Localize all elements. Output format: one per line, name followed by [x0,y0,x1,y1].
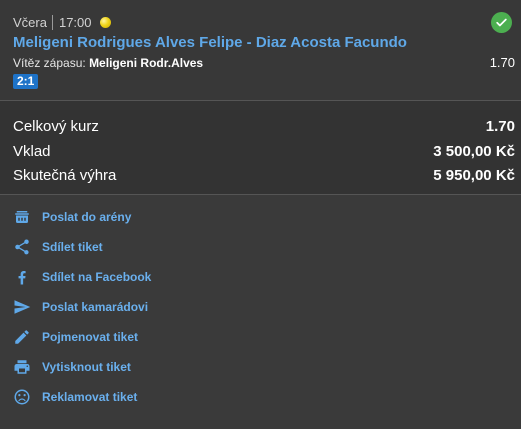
selection-odds: 1.70 [489,55,515,70]
action-label: Sdílet tiket [42,240,103,254]
action-label: Sdílet na Facebook [42,270,152,284]
summary-row-stake: Vklad 3 500,00 Kč [13,141,515,161]
tennis-ball-icon [99,16,111,28]
score-badge: 2:1 [13,74,39,89]
action-label: Reklamovat tiket [42,390,138,404]
market-label: Vítěz zápasu: [13,56,86,70]
bet-detail: Včera 17:00 Meligeni Rodrigues Alves Fel… [0,0,521,100]
summary-value: 5 950,00 Kč [433,166,515,184]
match-time: 17:00 [58,14,92,30]
match-day: Včera [13,14,47,30]
share-ticket-button[interactable]: Sdílet tiket [0,235,300,259]
printer-icon [0,355,42,379]
send-icon [0,295,42,319]
arena-icon [0,205,42,229]
action-label: Poslat do arény [42,210,132,224]
send-to-friend-button[interactable]: Poslat kamarádovi [0,295,300,319]
check-circle-icon [491,12,512,33]
summary-row-total-odds: Celkový kurz 1.70 [13,116,515,136]
meta-divider [51,14,53,30]
facebook-icon [0,265,42,289]
share-icon [0,235,42,259]
rename-ticket-button[interactable]: Pojmenovat tiket [0,325,300,349]
summary-label: Skutečná výhra [13,166,117,184]
action-label: Pojmenovat tiket [42,330,139,344]
send-to-arena-button[interactable]: Poslat do arény [0,205,300,229]
summary-label: Celkový kurz [13,117,99,135]
summary-label: Vklad [13,142,51,160]
bet-selection: Vítěz zápasu: Meligeni Rodr.Alves [13,56,203,70]
ticket-actions: Poslat do arény Sdílet tiket Sdílet na F… [0,195,521,429]
summary-value: 1.70 [485,117,515,135]
summary-row-actual-win: Skutečná výhra 5 950,00 Kč [13,165,515,185]
action-label: Vytisknout tiket [42,360,131,374]
bet-ticket: Včera 17:00 Meligeni Rodrigues Alves Fel… [0,0,521,429]
share-facebook-button[interactable]: Sdílet na Facebook [0,265,300,289]
action-label: Poslat kamarádovi [42,300,149,314]
pencil-icon [0,325,42,349]
print-ticket-button[interactable]: Vytisknout tiket [0,355,300,379]
selection-value: Meligeni Rodr.Alves [89,56,204,70]
summary-value: 3 500,00 Kč [433,142,515,160]
complain-ticket-button[interactable]: Reklamovat tiket [0,385,300,409]
match-meta: Včera 17:00 [13,13,111,31]
match-title-link[interactable]: Meligeni Rodrigues Alves Felipe - Diaz A… [13,34,407,51]
sad-face-icon [0,385,42,409]
ticket-summary: Celkový kurz 1.70 Vklad 3 500,00 Kč Skut… [0,101,521,194]
